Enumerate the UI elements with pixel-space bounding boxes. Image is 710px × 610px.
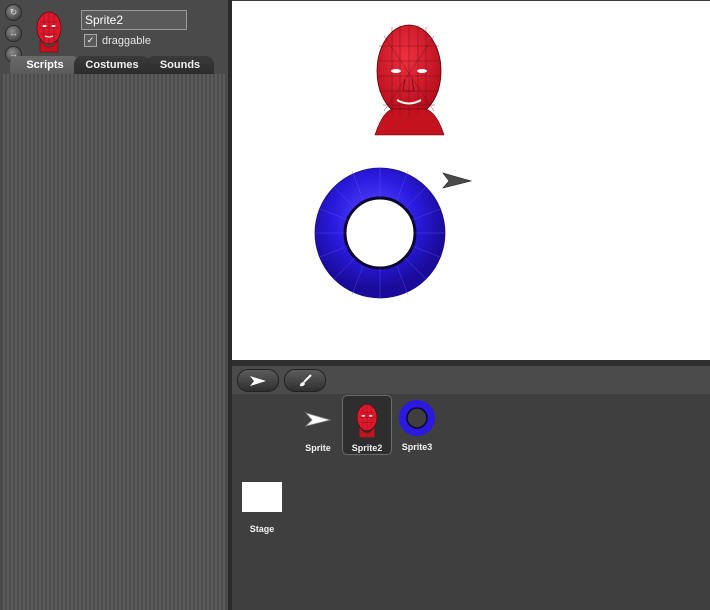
paint-new-sprite-button[interactable] bbox=[284, 369, 326, 392]
stage-thumbnail[interactable] bbox=[242, 482, 282, 512]
corral-sprite3-item[interactable]: Sprite3 bbox=[392, 398, 442, 452]
arrow-sprite[interactable] bbox=[442, 172, 473, 189]
stage-label: Stage bbox=[249, 524, 275, 534]
scripts-area[interactable] bbox=[3, 74, 225, 610]
corral-sprite-item[interactable]: Sprite bbox=[293, 402, 343, 453]
editor-tabs: Scripts Costumes Sounds bbox=[0, 56, 228, 74]
corral-sprite2-label: Sprite2 bbox=[351, 443, 383, 453]
sprite-editor-panel: ↻ ↔ → ✓ draggable Scripts Costumes Sound… bbox=[0, 0, 228, 610]
tab-sounds[interactable]: Sounds bbox=[146, 56, 214, 74]
draggable-option: ✓ draggable bbox=[84, 34, 151, 47]
corral-sprite2-item[interactable]: Sprite2 bbox=[342, 395, 392, 455]
selected-sprite-frame: Sprite2 bbox=[342, 395, 392, 455]
left-right-icon[interactable]: ↔ bbox=[5, 25, 22, 42]
arrow-icon bbox=[250, 375, 266, 386]
paintbrush-icon bbox=[300, 373, 312, 386]
stage[interactable] bbox=[232, 1, 710, 360]
sprite-pane-toolbar bbox=[232, 366, 710, 394]
draggable-checkbox[interactable]: ✓ bbox=[84, 34, 97, 47]
tab-scripts[interactable]: Scripts bbox=[10, 56, 80, 74]
corral-sprite-label: Sprite bbox=[305, 443, 331, 453]
current-sprite-thumbnail bbox=[32, 8, 66, 54]
face-head-sprite[interactable] bbox=[374, 24, 445, 136]
arrow-sprite-thumbnail bbox=[304, 412, 332, 427]
new-sprite-arrow-button[interactable] bbox=[237, 369, 279, 392]
sprite-corral: Sprite Sprite2 Sprite3 Stage bbox=[232, 366, 710, 610]
torus-ring-sprite[interactable] bbox=[314, 167, 446, 299]
tab-costumes[interactable]: Costumes bbox=[74, 56, 150, 74]
torus-sprite-thumbnail bbox=[399, 400, 435, 436]
draggable-label: draggable bbox=[102, 34, 151, 47]
head-sprite-thumbnail bbox=[356, 404, 378, 438]
rotate-icon[interactable]: ↻ bbox=[5, 4, 22, 21]
sprite-name-input[interactable] bbox=[81, 10, 187, 30]
corral-sprite3-label: Sprite3 bbox=[401, 442, 433, 452]
